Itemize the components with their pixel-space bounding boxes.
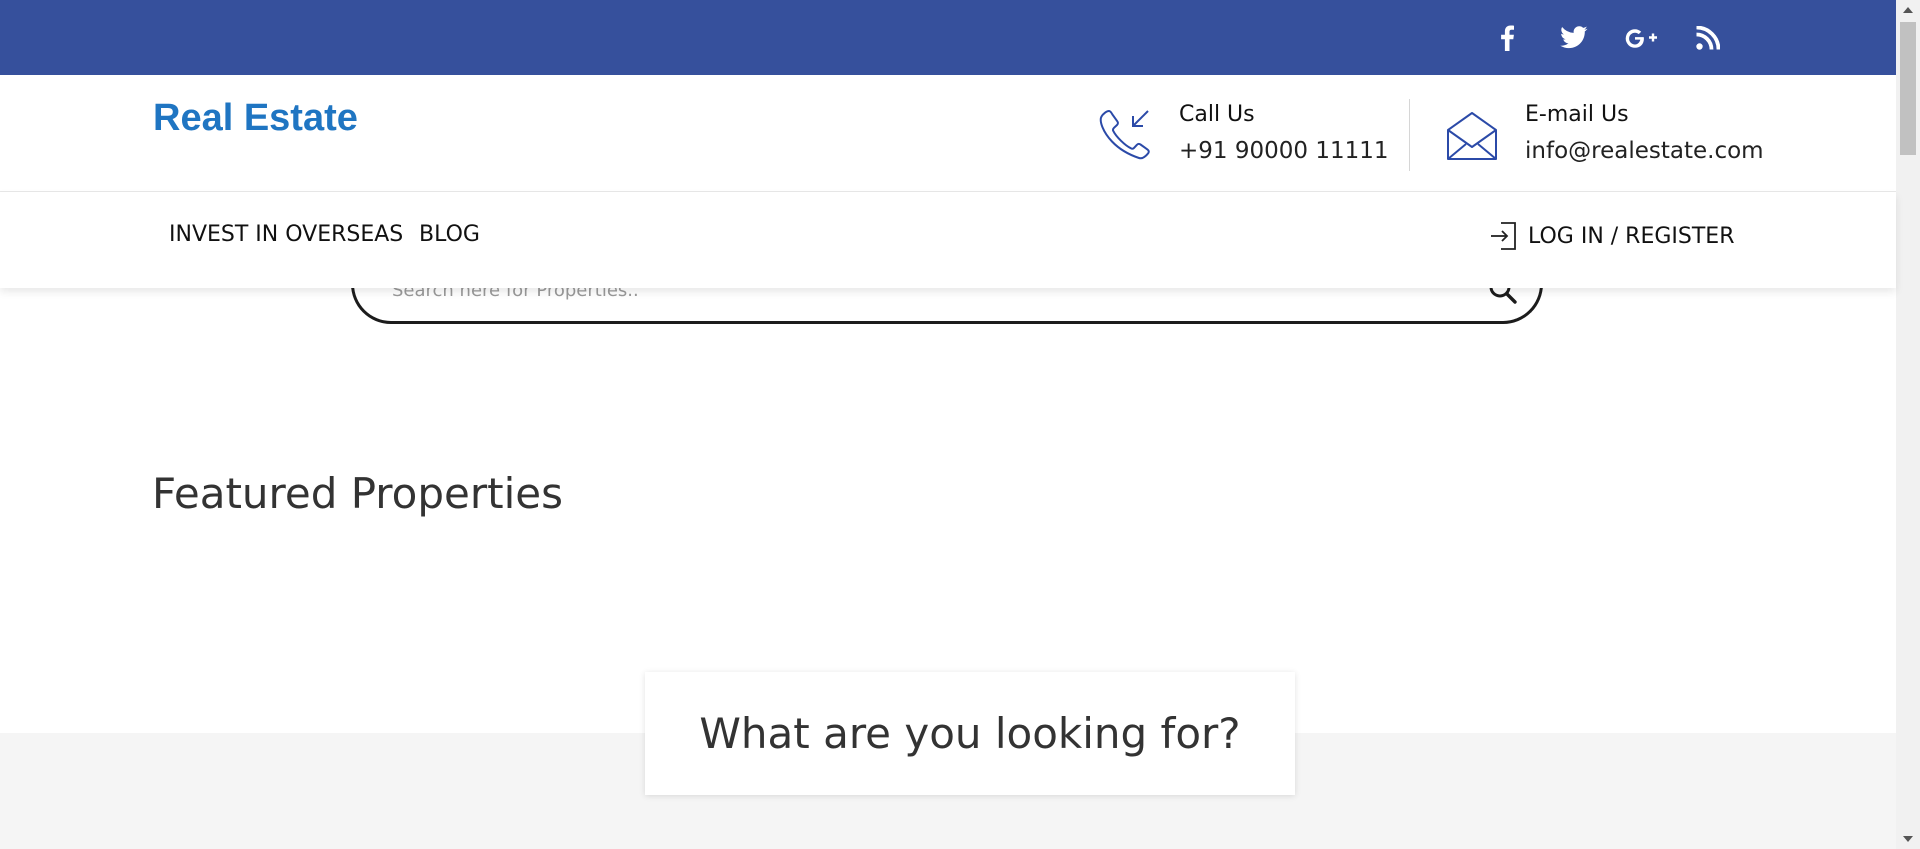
call-us-label: Call Us <box>1179 102 1255 127</box>
facebook-icon[interactable] <box>1479 0 1535 75</box>
scroll-up-arrow-icon[interactable] <box>1896 0 1920 20</box>
envelope-open-icon <box>1447 112 1497 160</box>
email-address[interactable]: info@realestate.com <box>1525 138 1764 164</box>
login-register-button[interactable]: LOG IN / REGISTER <box>1490 219 1735 253</box>
main-nav: INVEST IN OVERSEAS BLOG LOG IN / REGISTE… <box>0 192 1896 288</box>
vertical-scrollbar[interactable] <box>1896 0 1920 849</box>
site-header: Real Estate Call Us +91 90000 11111 E-ma… <box>0 75 1896 192</box>
contact-divider <box>1409 99 1410 171</box>
nav-item-blog[interactable]: BLOG <box>419 222 480 247</box>
sign-in-icon <box>1491 222 1516 250</box>
looking-for-heading: What are you looking for? <box>699 709 1241 758</box>
featured-properties-heading: Featured Properties <box>152 469 563 518</box>
top-social-bar <box>0 0 1896 75</box>
phone-number[interactable]: +91 90000 11111 <box>1179 138 1389 164</box>
scroll-down-arrow-icon[interactable] <box>1896 829 1920 849</box>
email-us-label: E-mail Us <box>1525 102 1629 127</box>
google-plus-icon[interactable] <box>1613 0 1669 75</box>
nav-item-invest-overseas[interactable]: INVEST IN OVERSEAS <box>169 222 403 247</box>
scrollbar-thumb[interactable] <box>1900 22 1916 155</box>
looking-for-card: What are you looking for? <box>645 672 1295 795</box>
login-register-label: LOG IN / REGISTER <box>1528 223 1735 249</box>
site-logo[interactable]: Real Estate <box>153 97 358 140</box>
rss-icon[interactable] <box>1680 0 1736 75</box>
twitter-icon[interactable] <box>1546 0 1602 75</box>
phone-incoming-icon <box>1099 109 1150 160</box>
